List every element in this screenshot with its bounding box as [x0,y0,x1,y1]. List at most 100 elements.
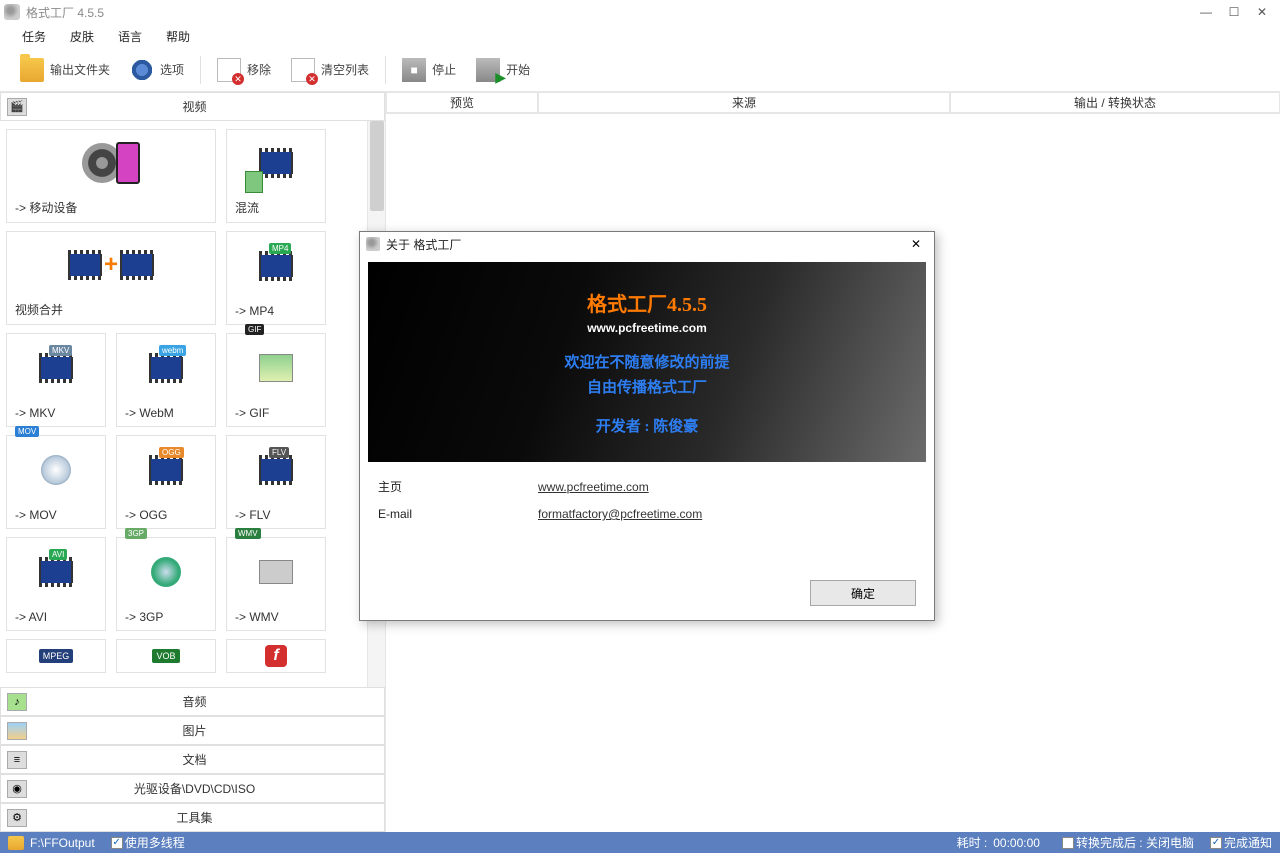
globe-icon [151,557,181,587]
toolbar-separator [385,56,386,84]
start-label: 开始 [506,61,530,78]
checkbox-icon: ✓ [111,837,123,849]
plus-icon: + [104,251,118,279]
header-source[interactable]: 来源 [538,92,950,113]
tile-label: -> WMV [227,606,325,630]
close-button[interactable]: ✕ [1248,2,1276,22]
tile-video-join[interactable]: + 视频合并 [6,231,216,325]
tile-mux[interactable]: 混流 [226,129,326,223]
tile-wmv[interactable]: WMV-> WMV [226,537,326,631]
film-icon [120,250,154,280]
menubar: 任务 皮肤 语言 帮助 [0,24,1280,48]
menu-skin[interactable]: 皮肤 [60,25,104,48]
gif-icon [259,354,293,382]
options-button[interactable]: 选项 [120,52,194,88]
cam-icon [259,560,293,584]
remove-icon [217,58,241,82]
category-disc[interactable]: ◉ 光驱设备\DVD\CD\ISO [0,774,385,803]
tile-label: -> GIF [227,402,325,426]
about-dialog: 关于 格式工厂 ✕ 格式工厂4.5.5 www.pcfreetime.com 欢… [359,231,935,621]
remove-label: 移除 [247,61,271,78]
tile-mp4[interactable]: MP4 -> MP4 [226,231,326,325]
tile-mobile-device[interactable]: -> 移动设备 [6,129,216,223]
menu-task[interactable]: 任务 [12,25,56,48]
homepage-label: 主页 [378,478,538,495]
film-icon: 🎬 [7,98,27,116]
start-button[interactable]: 开始 [466,52,540,88]
elapsed-label: 耗时 : [957,834,988,851]
tile-flv[interactable]: FLV-> FLV [226,435,326,529]
quicktime-icon [41,455,71,485]
stop-icon [402,58,426,82]
tools-icon: ⚙ [7,809,27,827]
tile-avi[interactable]: AVI -> AVI [6,537,106,631]
film-icon: OGG [149,455,183,485]
film-icon: MKV [39,353,73,383]
scrollbar-thumb[interactable] [370,121,384,211]
dialog-title: 关于 格式工厂 [386,236,904,253]
window-title: 格式工厂 4.5.5 [26,4,104,21]
banner-line: 自由传播格式工厂 [587,376,707,397]
tile-ogg[interactable]: OGG-> OGG [116,435,216,529]
music-icon: ♪ [7,693,27,711]
film-icon: MP4 [259,251,293,281]
multithread-toggle[interactable]: ✓使用多线程 [111,834,185,851]
homepage-link[interactable]: www.pcfreetime.com [538,480,649,494]
menu-help[interactable]: 帮助 [156,25,200,48]
tile-webm[interactable]: webm-> WebM [116,333,216,427]
email-link[interactable]: formatfactory@pcfreetime.com [538,507,702,521]
stop-label: 停止 [432,61,456,78]
category-tools-label: 工具集 [33,809,384,826]
maximize-button[interactable]: ☐ [1220,2,1248,22]
tile-mkv[interactable]: MKV-> MKV [6,333,106,427]
tile-gif[interactable]: GIF-> GIF [226,333,326,427]
menu-language[interactable]: 语言 [108,25,152,48]
dialog-titlebar: 关于 格式工厂 ✕ [360,232,934,256]
app-icon [366,237,380,251]
remove-button[interactable]: 移除 [207,52,281,88]
minimize-button[interactable]: — [1192,2,1220,22]
tile-vob[interactable]: VOB [116,639,216,673]
film-icon [68,250,102,280]
film-icon: AVI [39,557,73,587]
tile-label: -> AVI [7,606,105,630]
stop-button[interactable]: 停止 [392,52,466,88]
flash-icon: f [265,645,287,667]
tile-mov[interactable]: MOV-> MOV [6,435,106,529]
category-video[interactable]: 🎬 视频 [0,92,385,121]
category-audio[interactable]: ♪音频 [0,687,385,716]
options-label: 选项 [160,61,184,78]
banner-developer: 开发者 : 陈俊豪 [596,415,699,436]
banner-line: 欢迎在不随意修改的前提 [564,351,729,372]
disc-icon: ◉ [7,780,27,798]
film-icon: webm [149,353,183,383]
left-panel: 🎬 视频 -> 移动设备 混流 + 视频合并 [0,92,386,832]
shutdown-label: 转换完成后 : 关闭电脑 [1076,834,1194,851]
notify-toggle[interactable]: ✓完成通知 [1210,834,1272,851]
shutdown-toggle[interactable]: 转换完成后 : 关闭电脑 [1062,834,1194,851]
multithread-label: 使用多线程 [125,834,185,851]
category-picture-label: 图片 [33,722,384,739]
output-path[interactable]: F:\FFOutput [30,836,95,850]
clear-button[interactable]: 清空列表 [281,52,379,88]
category-video-label: 视频 [33,98,384,115]
header-output[interactable]: 输出 / 转换状态 [950,92,1280,113]
output-folder-button[interactable]: 输出文件夹 [10,52,120,88]
ok-button[interactable]: 确定 [810,580,916,606]
gear-icon [130,58,154,82]
category-tools[interactable]: ⚙ 工具集 [0,803,385,832]
clear-label: 清空列表 [321,61,369,78]
folder-icon [20,58,44,82]
header-preview[interactable]: 预览 [386,92,538,113]
toolbar-separator [200,56,201,84]
tile-3gp[interactable]: 3GP-> 3GP [116,537,216,631]
tile-label: -> MOV [7,504,105,528]
tile-swf[interactable]: f [226,639,326,673]
folder-icon [8,836,24,850]
checkbox-icon [1062,837,1074,849]
tile-mpeg[interactable]: MPEG [6,639,106,673]
dialog-close-button[interactable]: ✕ [904,235,928,253]
category-picture[interactable]: 图片 [0,716,385,745]
category-disc-label: 光驱设备\DVD\CD\ISO [33,780,384,797]
category-document[interactable]: ≡文档 [0,745,385,774]
